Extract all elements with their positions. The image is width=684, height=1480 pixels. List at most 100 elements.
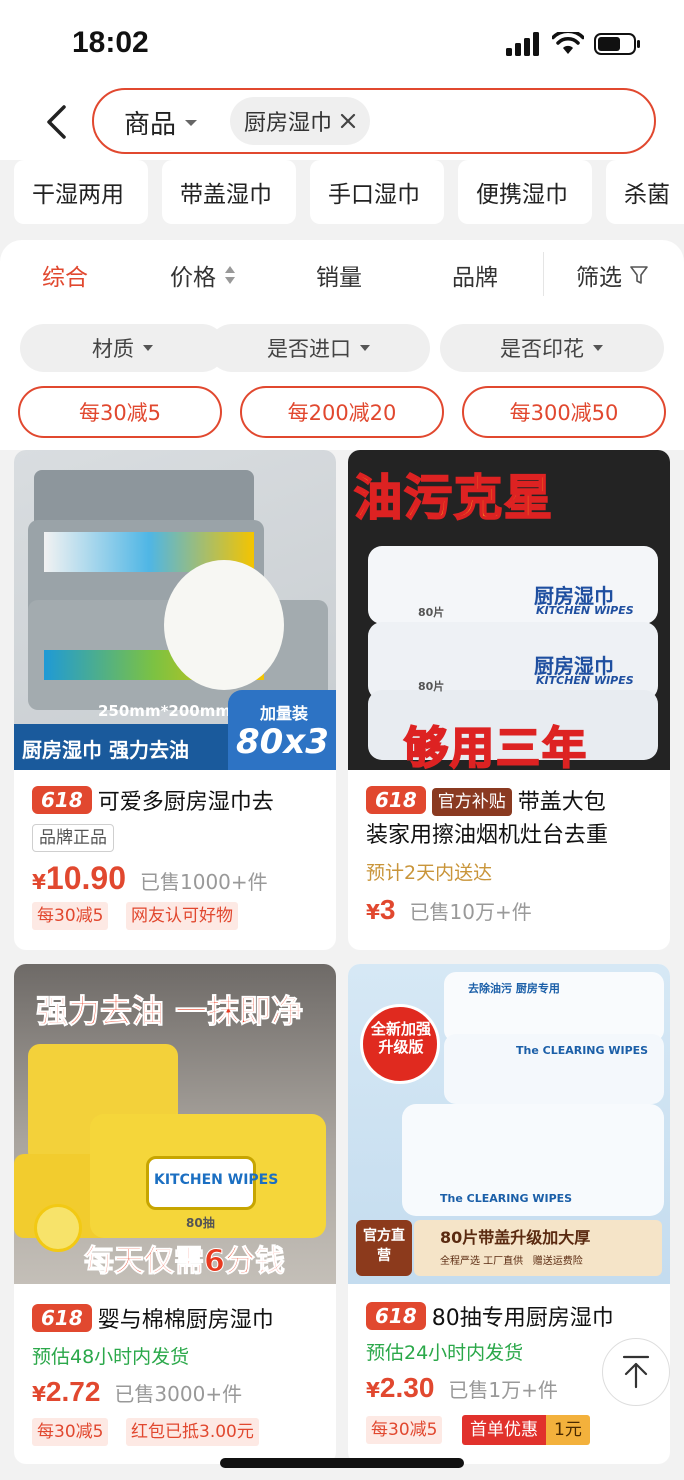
sort-filter-panel: 综合 价格 销量 品牌 筛选 材质 是否进口 是否印花 每30减5 每200减2… <box>0 240 684 450</box>
first-order-label: 首单优惠 <box>462 1415 546 1445</box>
first-order-value: 1元 <box>546 1415 590 1445</box>
filter-button[interactable]: 筛选 <box>576 258 648 292</box>
product-title[interactable]: 618 80抽专用厨房湿巾 <box>366 1302 662 1335</box>
funnel-icon <box>630 266 648 284</box>
sold-count: 已售1万+件 <box>448 1378 558 1402</box>
image-text: 够用三年 <box>403 722 588 770</box>
back-button[interactable] <box>36 102 76 142</box>
caret-down-icon <box>360 345 370 351</box>
badge-618: 618 <box>366 1302 426 1330</box>
product-image[interactable]: 油污克星 厨房湿巾 KITCHEN WIPES 厨房湿巾 KITCHEN WIP… <box>348 450 670 770</box>
product-title[interactable]: 618 官方补贴 带盖大包 <box>366 786 662 819</box>
quick-filter-chip[interactable]: 便携湿巾 <box>458 160 592 224</box>
promo-chip[interactable]: 每300减50 <box>462 386 666 438</box>
sort-tab-default[interactable]: 综合 <box>42 258 88 292</box>
battery-icon <box>594 33 640 55</box>
image-text: The CLEARING WIPES <box>440 1192 573 1205</box>
badge-618: 618 <box>32 1304 92 1332</box>
sort-tab-label: 品牌 <box>452 265 498 291</box>
product-card[interactable]: 强力去油 一抹即净 KITCHEN WIPES 80抽 每天仅需6分钱 618 婴… <box>14 964 336 1464</box>
search-scope-dropdown[interactable]: 商品 <box>124 104 198 141</box>
close-icon[interactable] <box>340 113 356 129</box>
package-shape <box>368 622 658 700</box>
image-text: 油污克星 <box>353 469 555 527</box>
caret-down-icon <box>185 119 198 126</box>
status-bar: 18:02 <box>0 0 684 90</box>
product-title-text: 带盖大包 <box>517 790 606 815</box>
image-text: 厨房湿巾 强力去油 <box>22 738 189 762</box>
price-row: ¥ 2.30 已售1万+件 <box>366 1372 558 1404</box>
caret-down-icon <box>593 345 603 351</box>
quick-filter-chip[interactable]: 手口湿巾 <box>310 160 444 224</box>
filter-imported[interactable]: 是否进口 <box>208 324 430 372</box>
quick-filter-chip[interactable]: 杀菌 <box>606 160 684 224</box>
sold-count: 已售1000+件 <box>140 870 268 894</box>
image-text: 80片 <box>418 680 445 693</box>
promo-tag: 网友认可好物 <box>126 902 238 930</box>
product-title[interactable]: 618 婴与棉棉厨房湿巾 <box>32 1304 328 1337</box>
price: 2.30 <box>379 1372 435 1403</box>
arrow-up-icon <box>622 1355 650 1389</box>
image-text: 强力去油 一抹即净 <box>35 992 304 1031</box>
search-query-chip[interactable]: 厨房湿巾 <box>230 97 371 145</box>
promo-tag: 每30减5 <box>366 1416 443 1444</box>
price: 10.90 <box>45 860 126 896</box>
image-text: 80片带盖升级加大厚 <box>440 1228 591 1247</box>
product-image[interactable]: 250mm*200mm 厨房湿巾 强力去油 加量装 80x3 <box>14 450 336 770</box>
brand-tag: 品牌正品 <box>32 824 114 852</box>
quick-filter-row: 干湿两用 带盖湿巾 手口湿巾 便携湿巾 杀菌 <box>0 160 684 230</box>
price: 2.72 <box>45 1376 101 1407</box>
product-card[interactable]: 250mm*200mm 厨房湿巾 强力去油 加量装 80x3 618 可爱多厨房湿… <box>14 450 336 950</box>
image-text: 250mm*200mm <box>98 702 231 720</box>
badge-official-subsidy: 官方补贴 <box>431 788 512 816</box>
promo-tag: 红包已抵3.00元 <box>126 1418 259 1446</box>
sort-tab-label: 价格 <box>170 265 216 291</box>
filter-chip-label: 是否进口 <box>267 337 351 361</box>
product-card[interactable]: 油污克星 厨房湿巾 KITCHEN WIPES 厨房湿巾 KITCHEN WIP… <box>348 450 670 950</box>
image-text: 加量装 <box>260 704 309 723</box>
sort-tab-label: 综合 <box>42 265 88 291</box>
product-title-line2[interactable]: 装家用擦油烟机灶台去重 <box>366 820 662 852</box>
sort-tab-price[interactable]: 价格 <box>170 258 236 292</box>
product-title[interactable]: 618 可爱多厨房湿巾去 <box>32 786 328 819</box>
price-symbol: ¥ <box>32 1382 46 1406</box>
sold-count: 已售3000+件 <box>114 1382 243 1406</box>
search-scope-label: 商品 <box>124 110 177 140</box>
promo-chip[interactable]: 每30减5 <box>18 386 222 438</box>
home-indicator <box>220 1458 464 1468</box>
sort-tab-sales[interactable]: 销量 <box>316 258 362 292</box>
quick-filter-chip[interactable]: 干湿两用 <box>14 160 148 224</box>
image-text: 全新加强升级版 <box>370 1020 431 1056</box>
sort-arrows-icon <box>225 266 235 284</box>
filter-printed[interactable]: 是否印花 <box>440 324 664 372</box>
filter-label: 筛选 <box>576 265 622 291</box>
delivery-estimate: 预估48小时内发货 <box>32 1346 190 1368</box>
status-time: 18:02 <box>72 26 149 59</box>
image-text: The CLEARING WIPES <box>516 1044 649 1057</box>
sort-tab-brand[interactable]: 品牌 <box>452 258 498 292</box>
filter-material[interactable]: 材质 <box>20 324 226 372</box>
image-text: 官方直营 <box>363 1228 405 1264</box>
product-title-text: 80抽专用厨房湿巾 <box>431 1306 614 1331</box>
lemon-shape <box>34 1204 82 1252</box>
sort-tab-label: 销量 <box>316 265 362 291</box>
filter-chip-label: 材质 <box>92 337 134 361</box>
promo-tag: 每30减5 <box>32 902 109 930</box>
image-text: 去除油污 厨房专用 <box>468 982 560 995</box>
image-text: KITCHEN WIPES <box>154 1172 279 1188</box>
back-to-top-button[interactable] <box>602 1338 670 1406</box>
product-title-text: 可爱多厨房湿巾去 <box>97 790 274 815</box>
first-order-discount: 首单优惠 1元 <box>462 1415 590 1445</box>
image-text: 全程严选 工厂直供 赠送运费险 <box>440 1256 583 1267</box>
price-row: ¥ 3 已售10万+件 <box>366 894 532 926</box>
price-symbol: ¥ <box>32 870 46 894</box>
image-text: 80抽 <box>186 1216 215 1230</box>
price: 3 <box>379 894 396 925</box>
price-row: ¥ 10.90 已售1000+件 <box>32 860 268 897</box>
product-image[interactable]: 去除油污 厨房专用 The CLEARING WIPES The CLEARIN… <box>348 964 670 1284</box>
product-image[interactable]: 强力去油 一抹即净 KITCHEN WIPES 80抽 每天仅需6分钱 <box>14 964 336 1284</box>
quick-filter-chip[interactable]: 带盖湿巾 <box>162 160 296 224</box>
search-box[interactable]: 商品 厨房湿巾 <box>92 88 656 154</box>
promo-chip[interactable]: 每200减20 <box>240 386 444 438</box>
wifi-icon <box>552 32 584 54</box>
